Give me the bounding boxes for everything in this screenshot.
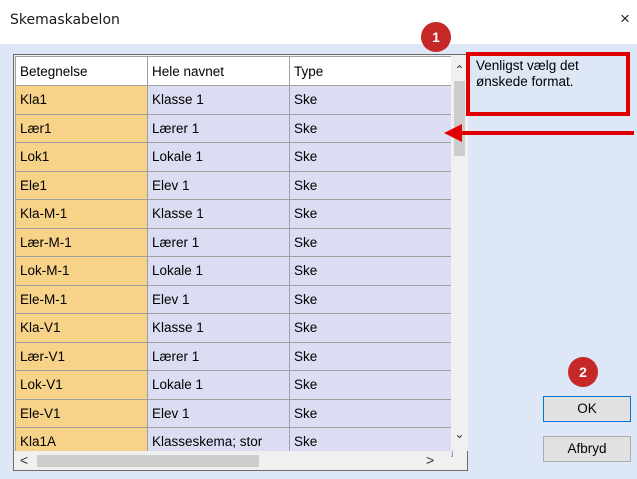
scroll-left-icon[interactable]: <	[20, 452, 28, 468]
betegnelse-cell[interactable]: Ele-V1	[15, 398, 148, 428]
hele-navnet-cell[interactable]: Klasse 1	[147, 313, 290, 343]
table-row[interactable]: Lok-M-1 Lokale 1 Ske	[15, 256, 453, 286]
betegnelse-cell[interactable]: Kla1	[15, 85, 148, 115]
close-icon[interactable]: ×	[620, 9, 630, 29]
hele-navnet-cell[interactable]: Lærer 1	[147, 227, 290, 257]
table-row[interactable]: Lok1 Lokale 1 Ske	[15, 142, 453, 172]
betegnelse-cell[interactable]: Lær1	[15, 113, 148, 143]
table-row[interactable]: Lær-V1 Lærer 1 Ske	[15, 341, 453, 371]
column-header-betegnelse[interactable]: Betegnelse	[15, 56, 148, 86]
betegnelse-cell[interactable]: Lær-M-1	[15, 227, 148, 257]
type-cell[interactable]: Ske	[289, 341, 453, 371]
scroll-right-icon[interactable]: >	[426, 452, 434, 468]
betegnelse-cell[interactable]: Kla-V1	[15, 313, 148, 343]
column-header-hele-navnet[interactable]: Hele navnet	[147, 56, 290, 86]
betegnelse-cell[interactable]: Lok-V1	[15, 370, 148, 400]
table-row[interactable]: Kla1 Klasse 1 Ske	[15, 85, 453, 115]
type-cell[interactable]: Ske	[289, 370, 453, 400]
step-badge-1: 1	[421, 22, 451, 52]
table-row[interactable]: Ele-V1 Elev 1 Ske	[15, 398, 453, 428]
template-table: Betegnelse Hele navnet Type Kla1 Klasse 1…	[15, 56, 453, 457]
table-row[interactable]: Ele1 Elev 1 Ske	[15, 170, 453, 200]
format-hint-box: Venligst vælg det ønskede format.	[466, 52, 630, 116]
table-row[interactable]: Lær1 Lærer 1 Ske	[15, 113, 453, 143]
betegnelse-cell[interactable]: Lær-V1	[15, 341, 148, 371]
table-row[interactable]: Ele-M-1 Elev 1 Ske	[15, 284, 453, 314]
column-header-type[interactable]: Type	[289, 56, 453, 86]
type-cell[interactable]: Ske	[289, 142, 453, 172]
format-hint-line-2: ønskede format.	[476, 74, 574, 89]
horizontal-scroll-thumb[interactable]	[37, 455, 259, 467]
betegnelse-cell[interactable]: Ele1	[15, 170, 148, 200]
type-cell[interactable]: Ske	[289, 313, 453, 343]
type-cell[interactable]: Ske	[289, 398, 453, 428]
betegnelse-cell[interactable]: Ele-M-1	[15, 284, 148, 314]
cancel-button[interactable]: Afbryd	[543, 436, 631, 462]
betegnelse-cell[interactable]: Lok-M-1	[15, 256, 148, 286]
template-table-body: Betegnelse Hele navnet Type Kla1 Klasse 1…	[15, 56, 453, 457]
hele-navnet-cell[interactable]: Elev 1	[147, 170, 290, 200]
scroll-down-icon[interactable]: ⌄	[451, 427, 468, 441]
hele-navnet-cell[interactable]: Klasse 1	[147, 199, 290, 229]
horizontal-scrollbar[interactable]: < >	[14, 451, 451, 470]
hele-navnet-cell[interactable]: Elev 1	[147, 398, 290, 428]
title-bar: Skemaskabelon ×	[0, 0, 637, 44]
hele-navnet-cell[interactable]: Lærer 1	[147, 113, 290, 143]
table-row[interactable]: Lok-V1 Lokale 1 Ske	[15, 370, 453, 400]
window-title: Skemaskabelon	[10, 12, 120, 28]
type-cell[interactable]: Ske	[289, 256, 453, 286]
hele-navnet-cell[interactable]: Lærer 1	[147, 341, 290, 371]
hele-navnet-cell[interactable]: Klasse 1	[147, 85, 290, 115]
table-row[interactable]: Lær-M-1 Lærer 1 Ske	[15, 227, 453, 257]
type-cell[interactable]: Ske	[289, 199, 453, 229]
type-cell[interactable]: Ske	[289, 284, 453, 314]
ok-button[interactable]: OK	[543, 396, 631, 422]
table-header-row: Betegnelse Hele navnet Type	[15, 56, 453, 86]
hele-navnet-cell[interactable]: Lokale 1	[147, 256, 290, 286]
format-hint-line-1: Venligst vælg det	[476, 58, 579, 73]
betegnelse-cell[interactable]: Kla-M-1	[15, 199, 148, 229]
hele-navnet-cell[interactable]: Elev 1	[147, 284, 290, 314]
step-badge-2: 2	[568, 357, 598, 387]
betegnelse-cell[interactable]: Lok1	[15, 142, 148, 172]
table-row[interactable]: Kla-V1 Klasse 1 Ske	[15, 313, 453, 343]
type-cell[interactable]: Ske	[289, 170, 453, 200]
type-cell[interactable]: Ske	[289, 113, 453, 143]
hele-navnet-cell[interactable]: Lokale 1	[147, 142, 290, 172]
template-grid: Betegnelse Hele navnet Type Kla1 Klasse 1…	[13, 54, 468, 471]
table-row[interactable]: Kla-M-1 Klasse 1 Ske	[15, 199, 453, 229]
type-cell[interactable]: Ske	[289, 85, 453, 115]
type-cell[interactable]: Ske	[289, 227, 453, 257]
hele-navnet-cell[interactable]: Lokale 1	[147, 370, 290, 400]
annotation-arrow-icon	[444, 124, 634, 142]
